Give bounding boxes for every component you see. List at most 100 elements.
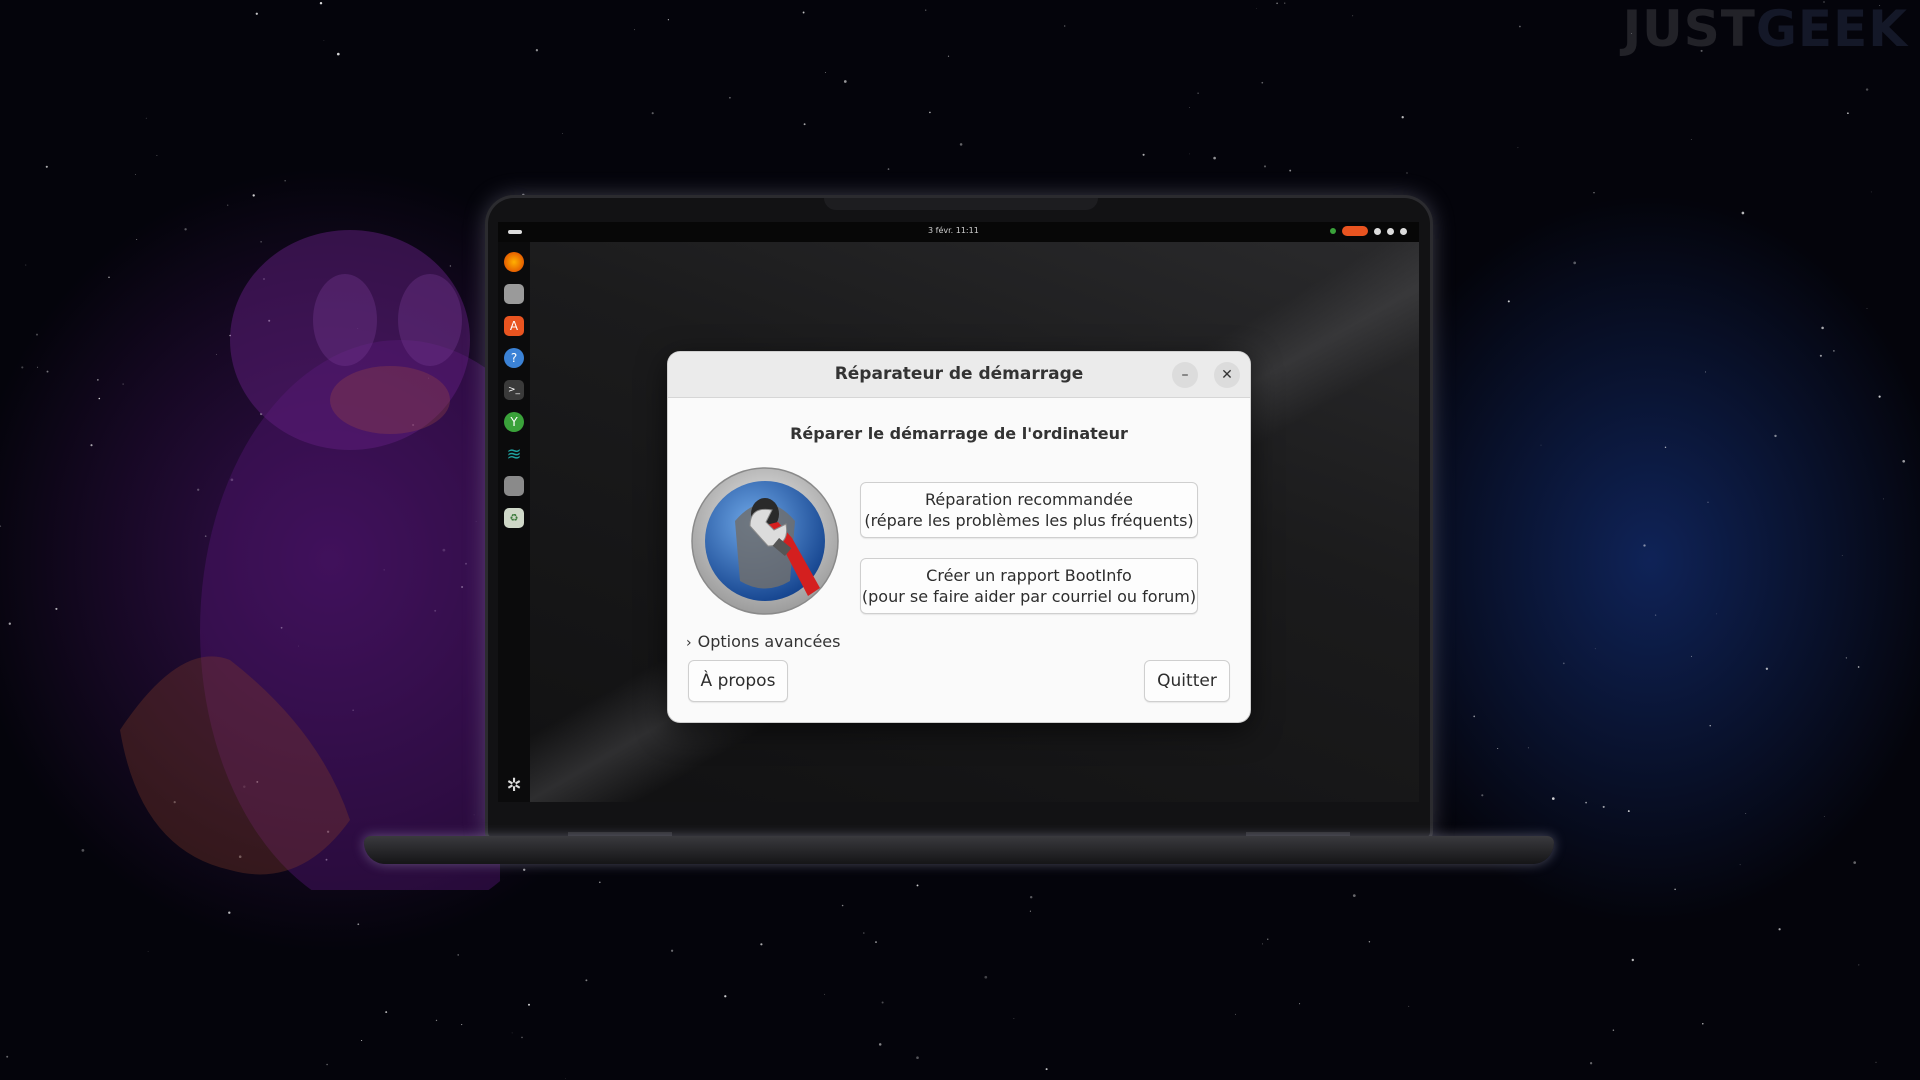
star xyxy=(135,174,136,175)
star xyxy=(1707,501,1709,503)
close-button[interactable]: ✕ xyxy=(1214,362,1240,388)
star xyxy=(1013,1018,1015,1019)
star xyxy=(878,1043,882,1046)
recommended-repair-title: Réparation recommandée xyxy=(925,490,1133,509)
star xyxy=(1401,116,1404,119)
quit-button[interactable]: Quitter xyxy=(1144,660,1230,702)
star xyxy=(326,1063,328,1066)
star xyxy=(145,117,147,119)
star xyxy=(511,1032,513,1034)
star xyxy=(535,49,539,52)
firefox-icon[interactable] xyxy=(504,252,524,272)
topbar-clock[interactable]: 3 févr. 11:11 xyxy=(928,226,979,235)
show-apps-icon[interactable]: ✲ xyxy=(504,776,524,796)
star xyxy=(1664,446,1667,449)
star xyxy=(1875,1061,1877,1063)
star xyxy=(760,943,763,946)
star xyxy=(45,165,48,168)
star xyxy=(228,911,231,914)
indicator-icon[interactable] xyxy=(1330,228,1336,234)
drive-icon[interactable] xyxy=(504,476,524,496)
recommended-repair-subtitle: (répare les problèmes les plus fréquents… xyxy=(864,511,1194,530)
star xyxy=(1627,810,1630,813)
star xyxy=(803,123,806,126)
star xyxy=(1299,1003,1301,1005)
terminal-icon[interactable]: >_ xyxy=(504,380,524,400)
star xyxy=(959,143,963,146)
star xyxy=(1631,958,1634,962)
star xyxy=(1540,444,1542,446)
top-bar: 3 févr. 11:11 xyxy=(498,222,1419,242)
power-icon[interactable] xyxy=(1400,227,1407,235)
boot-repair-logo-icon xyxy=(691,467,839,615)
star xyxy=(929,111,931,114)
star xyxy=(1562,662,1565,665)
laptop-base xyxy=(364,836,1554,864)
star xyxy=(284,180,286,182)
star xyxy=(729,96,731,99)
dialog-titlebar[interactable]: Réparateur de démarrage – ✕ xyxy=(668,352,1250,398)
recommended-repair-button[interactable]: Réparation recommandée (répare les probl… xyxy=(860,482,1198,538)
activities-button[interactable] xyxy=(508,230,522,234)
star xyxy=(1507,300,1510,303)
star xyxy=(46,370,49,373)
star xyxy=(55,607,58,610)
bootinfo-report-button[interactable]: Créer un rapport BootInfo (pour se faire… xyxy=(860,558,1198,614)
star xyxy=(1883,498,1885,500)
star xyxy=(1189,153,1190,155)
star xyxy=(528,1003,530,1006)
app-center-icon[interactable]: A xyxy=(504,316,524,336)
network-icon[interactable] xyxy=(1374,227,1381,235)
about-button[interactable]: À propos xyxy=(688,660,788,702)
star xyxy=(863,932,865,934)
recording-indicator-icon[interactable] xyxy=(1342,226,1368,236)
star xyxy=(1235,1013,1236,1015)
star xyxy=(227,204,229,206)
star xyxy=(1823,816,1825,818)
star xyxy=(522,193,525,197)
star xyxy=(8,622,11,625)
star xyxy=(916,1056,919,1060)
star xyxy=(841,904,844,907)
trash-icon[interactable]: ♻ xyxy=(504,508,524,528)
star xyxy=(634,29,636,31)
star xyxy=(81,849,85,852)
volume-icon[interactable] xyxy=(1387,227,1394,235)
star xyxy=(802,11,805,14)
star xyxy=(25,264,27,266)
star xyxy=(0,525,2,527)
star xyxy=(1481,794,1484,797)
boot-repair-dialog: Réparateur de démarrage – ✕ Réparer le d… xyxy=(668,352,1250,722)
help-icon[interactable]: ? xyxy=(504,348,524,368)
star xyxy=(562,133,563,134)
minimize-button[interactable]: – xyxy=(1172,362,1198,388)
star xyxy=(319,1,323,5)
star xyxy=(1261,943,1264,945)
files-icon[interactable] xyxy=(504,284,524,304)
boot-repair-icon[interactable]: Y xyxy=(504,412,524,432)
star xyxy=(667,19,669,21)
star xyxy=(1267,938,1269,940)
star xyxy=(1866,307,1868,309)
star xyxy=(90,444,93,447)
star xyxy=(1902,459,1906,463)
star xyxy=(1819,354,1822,357)
justgeek-watermark: JUSTGEEK xyxy=(1623,0,1908,58)
star xyxy=(1654,614,1657,616)
star xyxy=(1857,666,1860,668)
star xyxy=(435,1019,438,1022)
chevron-right-icon: › xyxy=(686,635,692,651)
star xyxy=(1612,1029,1615,1031)
star xyxy=(1765,667,1769,670)
star xyxy=(97,379,99,381)
star xyxy=(1261,81,1264,84)
star xyxy=(1527,747,1529,749)
waves-icon[interactable]: ≋ xyxy=(504,444,524,465)
advanced-options-expander[interactable]: › Options avancées xyxy=(686,632,840,651)
star xyxy=(1263,165,1267,168)
star xyxy=(1585,801,1587,804)
star xyxy=(1213,156,1216,160)
system-tray[interactable] xyxy=(1330,226,1407,236)
star xyxy=(37,366,39,368)
star xyxy=(843,80,847,83)
